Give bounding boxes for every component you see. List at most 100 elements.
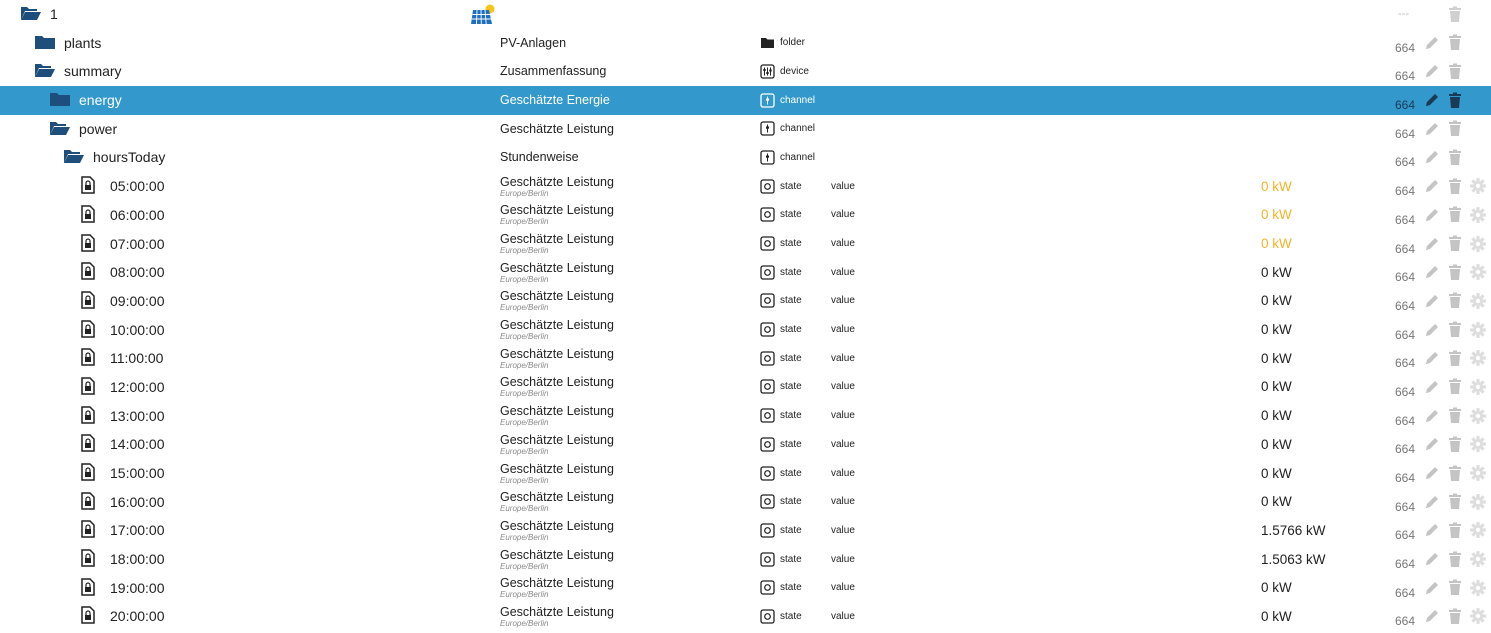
edit-pencil-icon[interactable] [1424, 57, 1440, 85]
delete-trash-icon[interactable] [1448, 115, 1462, 143]
object-name-cell[interactable]: 12:00:00 [80, 373, 165, 401]
settings-gear-icon[interactable] [1470, 402, 1486, 430]
settings-gear-icon[interactable] [1470, 545, 1486, 573]
tree-row[interactable]: 12:00:00 Geschätzte Leistung Europe/Berlin… [0, 373, 1491, 402]
delete-trash-icon[interactable] [1448, 602, 1462, 630]
object-name-cell[interactable]: 08:00:00 [80, 258, 165, 286]
settings-gear-icon[interactable] [1470, 459, 1486, 487]
folder-open-icon[interactable] [63, 147, 84, 167]
object-name-cell[interactable]: 15:00:00 [80, 459, 165, 487]
delete-trash-icon[interactable] [1448, 86, 1462, 114]
object-name-cell[interactable]: 07:00:00 [80, 230, 165, 258]
edit-pencil-icon[interactable] [1424, 172, 1440, 200]
edit-pencil-icon[interactable] [1424, 430, 1440, 458]
settings-gear-icon[interactable] [1470, 344, 1486, 372]
acl-permissions[interactable]: --- [1398, 0, 1409, 28]
settings-gear-icon[interactable] [1470, 172, 1486, 200]
folder-closed-icon[interactable] [34, 33, 55, 53]
state-value[interactable]: 0 kW [1261, 459, 1292, 487]
tree-row[interactable]: 1 --- [0, 0, 1491, 29]
tree-row[interactable]: plants PV-Anlagen folder 664 [0, 29, 1491, 58]
object-name-cell[interactable]: 18:00:00 [80, 545, 165, 573]
state-value[interactable]: 0 kW [1261, 430, 1292, 458]
edit-pencil-icon[interactable] [1424, 545, 1440, 573]
delete-trash-icon[interactable] [1448, 230, 1462, 258]
object-name-cell[interactable]: hoursToday [63, 143, 165, 171]
delete-trash-icon[interactable] [1448, 459, 1462, 487]
settings-gear-icon[interactable] [1470, 316, 1486, 344]
tree-row[interactable]: 06:00:00 Geschätzte Leistung Europe/Berlin… [0, 201, 1491, 230]
edit-pencil-icon[interactable] [1424, 488, 1440, 516]
edit-pencil-icon[interactable] [1424, 602, 1440, 630]
delete-trash-icon[interactable] [1448, 373, 1462, 401]
object-name-cell[interactable]: plants [34, 29, 101, 57]
settings-gear-icon[interactable] [1470, 258, 1486, 286]
delete-trash-icon[interactable] [1448, 258, 1462, 286]
tree-row[interactable]: 09:00:00 Geschätzte Leistung Europe/Berlin… [0, 287, 1491, 316]
edit-pencil-icon[interactable] [1424, 287, 1440, 315]
object-name-cell[interactable]: 20:00:00 [80, 602, 165, 630]
tree-row-selected[interactable]: energy Geschätzte Energie channel 664 [0, 86, 1491, 115]
folder-open-icon[interactable] [20, 4, 41, 24]
settings-gear-icon[interactable] [1470, 516, 1486, 544]
object-name-cell[interactable]: 13:00:00 [80, 402, 165, 430]
delete-trash-icon[interactable] [1448, 29, 1462, 57]
tree-row[interactable]: power Geschätzte Leistung channel 664 [0, 115, 1491, 144]
delete-trash-icon[interactable] [1448, 402, 1462, 430]
settings-gear-icon[interactable] [1470, 430, 1486, 458]
edit-pencil-icon[interactable] [1424, 86, 1440, 114]
tree-row[interactable]: 18:00:00 Geschätzte Leistung Europe/Berlin… [0, 545, 1491, 574]
edit-pencil-icon[interactable] [1424, 373, 1440, 401]
delete-trash-icon[interactable] [1448, 430, 1462, 458]
delete-trash-icon[interactable] [1448, 516, 1462, 544]
settings-gear-icon[interactable] [1470, 230, 1486, 258]
settings-gear-icon[interactable] [1470, 201, 1486, 229]
delete-trash-icon[interactable] [1448, 0, 1462, 28]
folder-closed-icon[interactable] [49, 90, 70, 110]
delete-trash-icon[interactable] [1448, 488, 1462, 516]
delete-trash-icon[interactable] [1448, 545, 1462, 573]
tree-row[interactable]: 13:00:00 Geschätzte Leistung Europe/Berlin… [0, 402, 1491, 431]
tree-row[interactable]: 19:00:00 Geschätzte Leistung Europe/Berlin… [0, 574, 1491, 603]
settings-gear-icon[interactable] [1470, 373, 1486, 401]
state-value[interactable]: 0 kW [1261, 602, 1292, 630]
state-value[interactable]: 0 kW [1261, 172, 1292, 200]
object-name-cell[interactable]: summary [34, 57, 122, 85]
state-value[interactable]: 0 kW [1261, 373, 1292, 401]
folder-open-icon[interactable] [49, 119, 70, 139]
object-name-cell[interactable]: 17:00:00 [80, 516, 165, 544]
delete-trash-icon[interactable] [1448, 344, 1462, 372]
object-name-cell[interactable]: energy [49, 86, 122, 114]
object-name-cell[interactable]: 19:00:00 [80, 574, 165, 602]
delete-trash-icon[interactable] [1448, 574, 1462, 602]
tree-row[interactable]: 14:00:00 Geschätzte Leistung Europe/Berlin… [0, 430, 1491, 459]
tree-row[interactable]: 16:00:00 Geschätzte Leistung Europe/Berlin… [0, 488, 1491, 517]
tree-row[interactable]: 15:00:00 Geschätzte Leistung Europe/Berlin… [0, 459, 1491, 488]
settings-gear-icon[interactable] [1470, 602, 1486, 630]
object-name-cell[interactable]: power [49, 115, 117, 143]
tree-row[interactable]: 17:00:00 Geschätzte Leistung Europe/Berlin… [0, 516, 1491, 545]
tree-row[interactable]: 20:00:00 Geschätzte Leistung Europe/Berlin… [0, 602, 1491, 631]
edit-pencil-icon[interactable] [1424, 201, 1440, 229]
state-value[interactable]: 1.5766 kW [1261, 516, 1326, 544]
state-value[interactable]: 0 kW [1261, 402, 1292, 430]
object-name-cell[interactable]: 14:00:00 [80, 430, 165, 458]
state-value[interactable]: 0 kW [1261, 344, 1292, 372]
tree-row[interactable]: 11:00:00 Geschätzte Leistung Europe/Berlin… [0, 344, 1491, 373]
tree-row[interactable]: 07:00:00 Geschätzte Leistung Europe/Berlin… [0, 230, 1491, 259]
folder-open-icon[interactable] [34, 61, 55, 81]
delete-trash-icon[interactable] [1448, 172, 1462, 200]
object-name-cell[interactable]: 09:00:00 [80, 287, 165, 315]
object-name-cell[interactable]: 05:00:00 [80, 172, 165, 200]
object-name-cell[interactable]: 1 [20, 0, 58, 28]
object-name-cell[interactable]: 16:00:00 [80, 488, 165, 516]
state-value[interactable]: 0 kW [1261, 488, 1292, 516]
edit-pencil-icon[interactable] [1424, 230, 1440, 258]
edit-pencil-icon[interactable] [1424, 258, 1440, 286]
edit-pencil-icon[interactable] [1424, 459, 1440, 487]
edit-pencil-icon[interactable] [1424, 143, 1440, 171]
edit-pencil-icon[interactable] [1424, 516, 1440, 544]
edit-pencil-icon[interactable] [1424, 344, 1440, 372]
edit-pencil-icon[interactable] [1424, 402, 1440, 430]
state-value[interactable]: 0 kW [1261, 574, 1292, 602]
